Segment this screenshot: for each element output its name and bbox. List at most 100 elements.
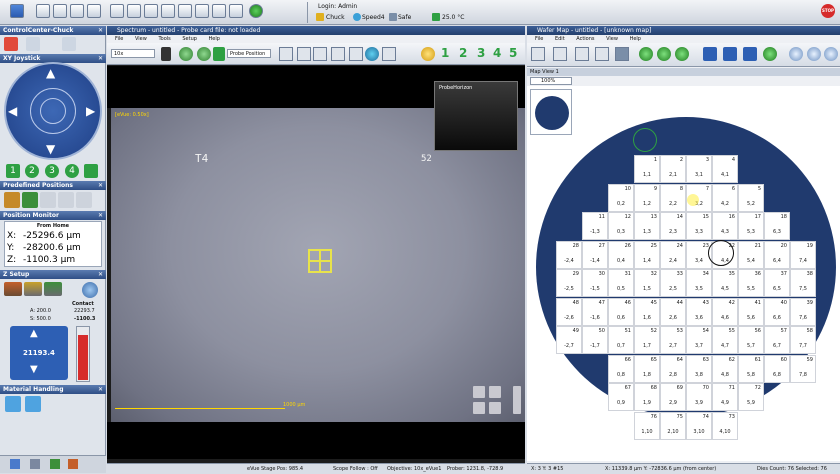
position-slot[interactable] [58,192,74,208]
upload-icon[interactable] [70,4,84,18]
step-prev-icon[interactable] [657,47,671,61]
die-cell[interactable]: 11 -1,3 [582,212,608,240]
die-cell[interactable]: 49 -2,7 [556,326,582,354]
die-cell[interactable]: 69 2,9 [660,383,686,411]
flag-icon[interactable] [161,4,175,18]
die-cell[interactable]: 68 1,9 [634,383,660,411]
probe-position-select[interactable]: Probe Position [227,49,271,58]
die-cell[interactable]: 8 2,2 [660,183,686,212]
layout-icon[interactable] [110,4,124,18]
die-cell[interactable]: 60 6,8 [764,354,790,383]
die-cell[interactable]: 14 2,3 [660,212,686,240]
menu-setup[interactable]: Setup [182,36,197,42]
app-icon[interactable] [30,459,40,469]
new-map-icon[interactable] [531,47,545,61]
close-icon[interactable]: ✕ [98,211,103,220]
die-cell[interactable]: 67 0,9 [608,383,634,411]
probe-tool-icon[interactable] [279,47,293,61]
position-slot[interactable] [76,192,92,208]
die-cell[interactable]: 30 -1,5 [582,269,608,297]
camera-icon[interactable] [229,4,243,18]
die-cell[interactable]: 72 5,9 [738,383,764,411]
die-cell[interactable]: 18 6,3 [764,212,790,240]
close-icon[interactable]: ✕ [98,54,103,63]
menu-view[interactable]: View [135,36,147,42]
die-cell[interactable]: 41 5,6 [738,297,764,326]
die-cell[interactable]: 59 7,8 [790,354,816,383]
die-cell[interactable]: 20 6,4 [764,240,790,269]
close-icon[interactable]: ✕ [98,26,103,35]
die-cell[interactable]: 1 1,1 [634,155,660,183]
objective-select[interactable]: 10x [111,49,155,58]
align-icon[interactable] [703,47,717,61]
center-position-icon[interactable] [22,192,38,208]
close-icon[interactable]: ✕ [98,270,103,279]
die-cell[interactable]: 50 -1,7 [582,326,608,354]
chuck-icon[interactable] [127,4,141,18]
load-wafer-icon[interactable] [5,396,21,412]
die-cell[interactable]: 36 5,5 [738,269,764,297]
close-icon[interactable]: ✕ [98,181,103,190]
folder-open-icon[interactable] [53,4,67,18]
scope-mode-icon[interactable] [26,37,40,51]
die-cell[interactable]: 4 4,1 [712,155,738,183]
wafer-mode-icon[interactable] [62,37,76,51]
position-slot[interactable] [40,192,56,208]
home-icon[interactable] [10,4,24,18]
die-cell[interactable]: 55 4,7 [712,326,738,354]
die-cell[interactable]: 24 2,4 [660,240,686,269]
arrow-up-icon[interactable]: ▲ [46,66,55,80]
arrow-down-icon[interactable]: ▼ [46,142,55,156]
speed-4-button[interactable]: 4 [65,164,79,178]
die-cell[interactable]: 51 0,7 [608,326,634,354]
step-first-icon[interactable] [639,47,653,61]
app-icon[interactable] [50,459,60,469]
probe-2-icon[interactable] [331,47,345,61]
z-down-icon[interactable]: ▼ [30,364,38,375]
preset-3-button[interactable]: 3 [477,46,485,60]
die-cell[interactable]: 33 2,5 [660,269,686,297]
die-cell[interactable]: 12 0,3 [608,212,634,240]
grid-icon[interactable] [178,4,192,18]
die-cell[interactable]: 76 1,10 [634,411,660,440]
layout-icon[interactable] [382,47,396,61]
die-cell[interactable]: 61 5,8 [738,354,764,383]
save-map-icon[interactable] [615,47,629,61]
separation-height-icon[interactable] [44,282,62,296]
menu-help[interactable]: Help [630,36,641,42]
preset-5-button[interactable]: 5 [509,46,517,60]
preset-1-button[interactable]: 1 [441,46,449,60]
die-cell[interactable]: 27 -1,4 [582,240,608,269]
die-cell[interactable]: 44 2,6 [660,297,686,326]
speed-2-button[interactable]: 2 [25,164,39,178]
align-height-icon[interactable] [24,282,42,296]
speed-1-button[interactable]: 1 [6,164,20,178]
die-cell[interactable]: 34 3,5 [686,269,712,297]
die-cell[interactable]: 70 3,9 [686,383,712,411]
probe-icon[interactable] [161,47,171,61]
menu-help[interactable]: Help [209,36,220,42]
map-view-tab[interactable]: Map View 1 [527,68,840,76]
menu-file[interactable]: File [115,36,123,42]
die-cell[interactable]: 29 -2,5 [556,269,582,297]
die-cell[interactable]: 26 0,4 [608,240,634,269]
die-cell[interactable]: 54 3,7 [686,326,712,354]
bulb-icon[interactable] [195,4,209,18]
stop-button[interactable]: STOP [821,4,835,18]
die-cell[interactable]: 46 0,6 [608,297,634,326]
die-cell[interactable]: 43 3,6 [686,297,712,326]
auto-focus-icon[interactable] [365,47,379,61]
zoom-in-icon[interactable] [179,47,193,61]
menu-edit[interactable]: Edit [555,36,565,42]
app-icon[interactable] [68,459,78,469]
die-cell[interactable]: 16 4,3 [712,212,738,240]
stage-icon[interactable] [144,4,158,18]
die-cell[interactable]: 37 6,5 [764,269,790,297]
preset-2-button[interactable]: 2 [459,46,467,60]
snapshot-icon[interactable] [297,47,311,61]
menu-tools[interactable]: Tools [158,36,170,42]
die-cell[interactable]: 75 2,10 [660,411,686,440]
menu-actions[interactable]: Actions [576,36,594,42]
menu-view[interactable]: View [606,36,618,42]
arrow-left-icon[interactable]: ◀ [8,104,17,118]
